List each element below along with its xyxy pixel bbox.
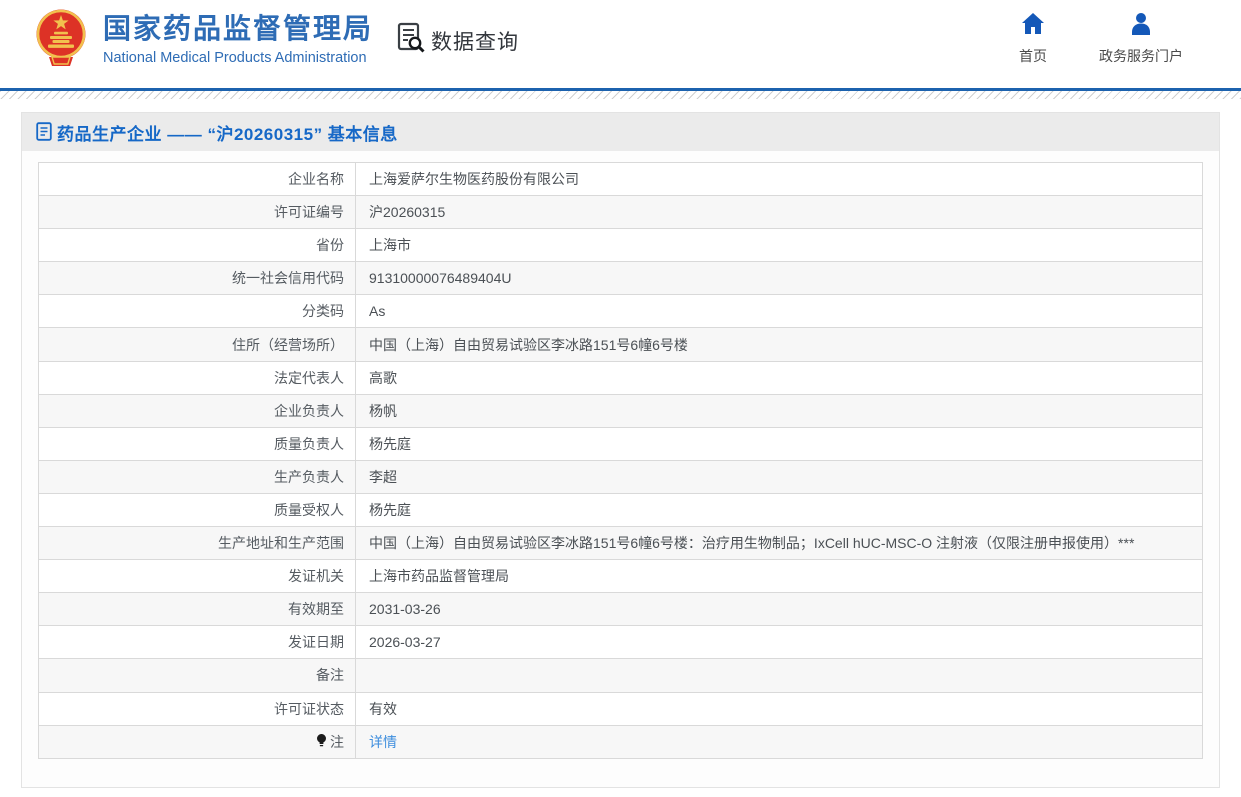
row-value [356,659,1203,692]
row-value: 杨帆 [356,394,1203,427]
row-label: 有效期至 [39,593,356,626]
row-label: 分类码 [39,295,356,328]
row-value: 上海市 [356,229,1203,262]
row-label: 发证日期 [39,626,356,659]
row-value: 91310000076489404U [356,262,1203,295]
table-row: 注详情 [39,725,1203,758]
table-row: 质量受权人杨先庭 [39,493,1203,526]
row-value: 李超 [356,460,1203,493]
row-value: 杨先庭 [356,493,1203,526]
row-label: 注 [39,725,356,758]
nav-item-portal[interactable]: 政务服务门户 [1099,12,1183,66]
brand-title-en: National Medical Products Administration [103,47,373,69]
row-value: 中国（上海）自由贸易试验区李冰路151号6幢6号楼：治疗用生物制品；IxCell… [356,527,1203,560]
content-panel: 药品生产企业 —— “沪20260315” 基本信息 企业名称上海爱萨尔生物医药… [21,112,1220,788]
row-value: 沪20260315 [356,196,1203,229]
row-label: 质量负责人 [39,427,356,460]
info-table-body: 企业名称上海爱萨尔生物医药股份有限公司许可证编号沪20260315省份上海市统一… [39,163,1203,759]
row-value: 上海爱萨尔生物医药股份有限公司 [356,163,1203,196]
company-info-table: 企业名称上海爱萨尔生物医药股份有限公司许可证编号沪20260315省份上海市统一… [38,162,1203,759]
row-label: 质量受权人 [39,493,356,526]
row-value: 2026-03-27 [356,626,1203,659]
table-row: 企业名称上海爱萨尔生物医药股份有限公司 [39,163,1203,196]
row-label: 许可证状态 [39,692,356,725]
panel-titlebar: 药品生产企业 —— “沪20260315” 基本信息 [22,113,1219,151]
data-query-entry[interactable]: 数据查询 [396,22,519,59]
row-label: 发证机关 [39,560,356,593]
nav-item-label: 首页 [1019,46,1047,66]
top-nav: 首页 政务服务门户 [1019,12,1183,66]
row-label: 生产地址和生产范围 [39,527,356,560]
row-value: As [356,295,1203,328]
row-value: 中国（上海）自由贸易试验区李冰路151号6幢6号楼 [356,328,1203,361]
site-header: 国家药品监督管理局 National Medical Products Admi… [0,0,1241,88]
table-row: 发证机关上海市药品监督管理局 [39,560,1203,593]
table-row: 有效期至2031-03-26 [39,593,1203,626]
page-title: 药品生产企业 —— “沪20260315” 基本信息 [57,120,398,145]
row-value: 杨先庭 [356,427,1203,460]
table-row: 省份上海市 [39,229,1203,262]
document-icon [36,122,53,143]
user-icon [1129,12,1153,40]
nav-item-home[interactable]: 首页 [1019,12,1047,66]
table-row: 统一社会信用代码91310000076489404U [39,262,1203,295]
row-value: 有效 [356,692,1203,725]
bulb-icon [316,734,327,751]
row-label: 统一社会信用代码 [39,262,356,295]
row-value: 高歌 [356,361,1203,394]
table-row: 生产负责人李超 [39,460,1203,493]
row-value: 上海市药品监督管理局 [356,560,1203,593]
row-label: 企业名称 [39,163,356,196]
header-hatch-band [0,91,1241,99]
national-emblem-logo [35,7,87,70]
row-label: 许可证编号 [39,196,356,229]
brand-titles: 国家药品监督管理局 National Medical Products Admi… [103,13,373,69]
table-row: 法定代表人高歌 [39,361,1203,394]
table-row: 备注 [39,659,1203,692]
table-row: 发证日期2026-03-27 [39,626,1203,659]
table-row: 质量负责人杨先庭 [39,427,1203,460]
data-query-icon [396,22,426,59]
table-row: 住所（经营场所）中国（上海）自由贸易试验区李冰路151号6幢6号楼 [39,328,1203,361]
row-value: 详情 [356,725,1203,758]
row-label: 法定代表人 [39,361,356,394]
row-label: 生产负责人 [39,460,356,493]
table-row: 生产地址和生产范围中国（上海）自由贸易试验区李冰路151号6幢6号楼：治疗用生物… [39,527,1203,560]
table-row: 分类码As [39,295,1203,328]
row-label: 备注 [39,659,356,692]
page: 国家药品监督管理局 National Medical Products Admi… [0,0,1241,797]
nav-item-label: 政务服务门户 [1099,46,1183,66]
table-row: 许可证编号沪20260315 [39,196,1203,229]
row-value: 2031-03-26 [356,593,1203,626]
table-row: 企业负责人杨帆 [39,394,1203,427]
home-icon [1021,12,1045,40]
row-label: 企业负责人 [39,394,356,427]
detail-link[interactable]: 详情 [369,734,397,750]
table-row: 许可证状态有效 [39,692,1203,725]
row-label: 住所（经营场所） [39,328,356,361]
data-query-label: 数据查询 [431,26,519,56]
brand-title-cn: 国家药品监督管理局 [103,13,373,45]
row-label: 省份 [39,229,356,262]
